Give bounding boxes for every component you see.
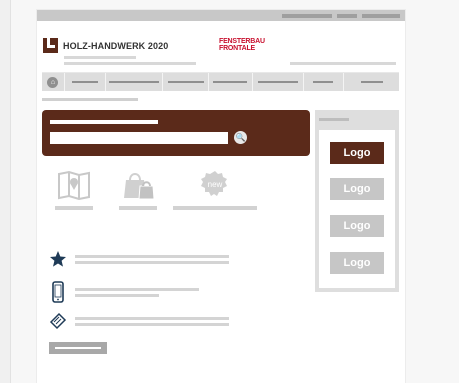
page-wireframe: HOLZ-HANDWERK 2020 FENSTERBAU FRONTALE ⌂…	[37, 10, 405, 383]
logo-button[interactable]: Logo	[330, 215, 384, 237]
brand-logo[interactable]: HOLZ-HANDWERK 2020	[43, 38, 168, 53]
tagline-placeholder	[64, 62, 196, 65]
breadcrumb	[42, 98, 138, 101]
top-link-placeholder[interactable]	[337, 14, 357, 18]
new-badge-icon: new	[201, 171, 227, 196]
home-icon: ⌂	[47, 76, 59, 88]
partner-logo[interactable]: FENSTERBAU FRONTALE	[219, 38, 265, 52]
main-navigation: ⌂	[42, 72, 399, 91]
feature-tile-shop[interactable]	[119, 170, 157, 210]
shopping-bag-icon	[124, 173, 155, 200]
nav-home[interactable]: ⌂	[42, 73, 65, 91]
exhibitor-logo-sidebar: Logo Logo Logo Logo	[315, 110, 399, 292]
search-icon: 🔍	[235, 133, 246, 142]
search-panel: 🔍	[42, 110, 310, 156]
info-row-star[interactable]	[49, 250, 229, 268]
feature-caption-placeholder	[173, 206, 257, 210]
tagline-placeholder	[64, 56, 136, 59]
top-utility-bar	[37, 10, 405, 21]
smartphone-icon	[49, 281, 67, 303]
logo-button[interactable]: Logo	[330, 142, 384, 164]
brand-name: HOLZ-HANDWERK 2020	[63, 40, 169, 51]
header-link-placeholder	[290, 62, 396, 65]
nav-item[interactable]	[65, 73, 106, 91]
top-link-placeholder[interactable]	[282, 14, 332, 18]
info-row-mobile[interactable]	[49, 281, 199, 303]
map-icon	[58, 170, 90, 200]
search-label-placeholder	[50, 120, 158, 124]
brand-mark-icon	[43, 38, 58, 53]
nav-item[interactable]	[163, 73, 210, 91]
feature-tile-new[interactable]: new	[173, 170, 257, 210]
logo-button[interactable]: Logo	[330, 252, 384, 274]
ticket-icon	[49, 312, 67, 330]
sidebar-heading-placeholder	[319, 118, 349, 121]
feature-tile-map[interactable]	[55, 170, 93, 210]
partner-logo-line1: FENSTERBAU	[219, 38, 265, 45]
nav-item[interactable]	[106, 73, 164, 91]
info-row-ticket[interactable]	[49, 312, 229, 330]
feature-caption-placeholder	[119, 206, 157, 210]
search-button[interactable]: 🔍	[234, 131, 247, 144]
nav-item[interactable]	[209, 73, 253, 91]
search-input[interactable]	[50, 132, 228, 144]
partner-logo-line2: FRONTALE	[219, 45, 255, 52]
sidebar-logo-list: Logo Logo Logo Logo	[319, 130, 395, 288]
nav-item[interactable]	[304, 73, 345, 91]
more-button[interactable]	[49, 342, 107, 354]
logo-button[interactable]: Logo	[330, 178, 384, 200]
nav-item[interactable]	[253, 73, 304, 91]
nav-item[interactable]	[344, 73, 399, 91]
top-link-placeholder[interactable]	[362, 14, 400, 18]
new-badge-text: new	[208, 180, 223, 189]
feature-caption-placeholder	[55, 206, 93, 210]
star-icon	[49, 250, 67, 268]
